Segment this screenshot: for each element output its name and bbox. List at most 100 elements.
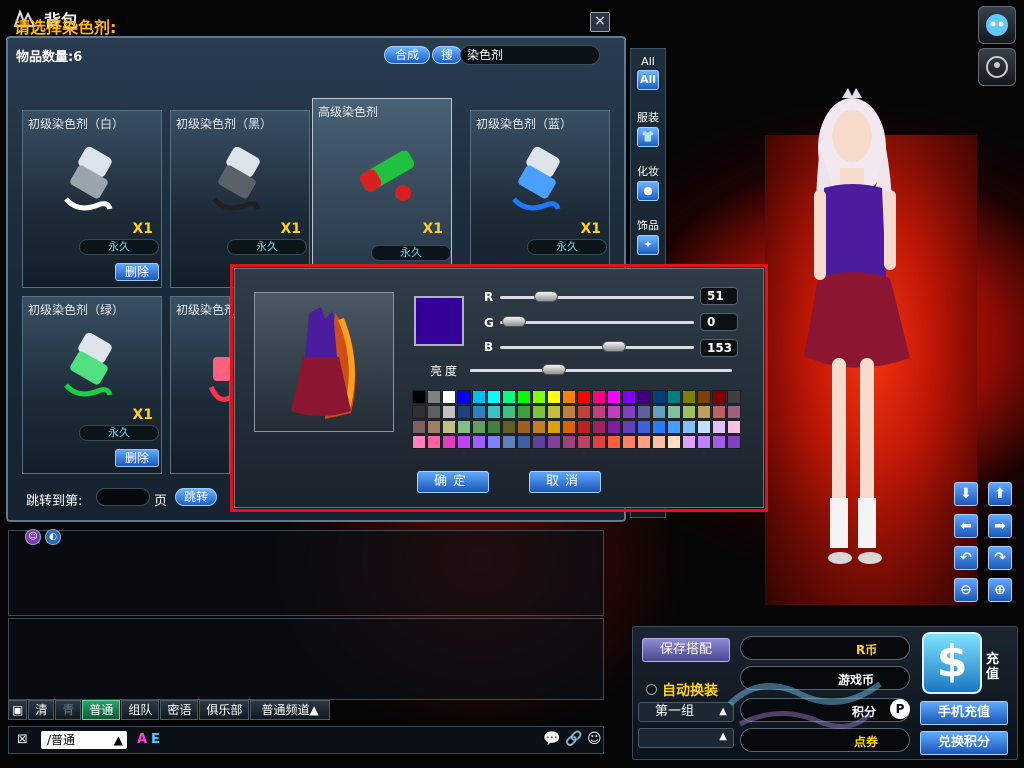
item-card-blue-dye[interactable]: 初级染色剂（蓝） X1 永久 [470,110,610,288]
palette-color-cell[interactable] [607,390,621,404]
palette-color-cell[interactable] [682,390,696,404]
palette-color-cell[interactable] [727,405,741,419]
palette-color-cell[interactable] [517,405,531,419]
emote-icon[interactable]: ☺ [25,529,41,545]
b-slider-thumb[interactable] [602,341,626,352]
r-slider-track[interactable] [500,296,694,299]
palette-color-cell[interactable] [652,405,666,419]
palette-color-cell[interactable] [697,405,711,419]
palette-color-cell[interactable] [487,405,501,419]
palette-color-cell[interactable] [457,405,471,419]
palette-color-cell[interactable] [622,435,636,449]
font-style-a[interactable]: A [137,732,147,747]
palette-color-cell[interactable] [472,420,486,434]
tab-makeup[interactable]: 化妆 ● [631,163,665,201]
chat-close-icon[interactable]: ⊠ [17,732,28,747]
item-card-advanced-dye[interactable]: 高级染色剂 X1 永久 [312,98,452,266]
tab-clothing[interactable]: 服装 👕 [631,109,665,147]
palette-color-cell[interactable] [562,435,576,449]
item-card-black-dye[interactable]: 初级染色剂（黑） X1 永久 [170,110,310,288]
palette-color-cell[interactable] [547,420,561,434]
zoom-in-button[interactable]: ⊕ [988,578,1012,602]
chat-tab-club[interactable]: 俱乐部 [199,700,250,720]
palette-color-cell[interactable] [547,405,561,419]
palette-color-cell[interactable] [622,405,636,419]
palette-color-cell[interactable] [427,405,441,419]
move-down-button[interactable]: ⬇ [954,482,978,506]
palette-color-cell[interactable] [727,390,741,404]
palette-color-cell[interactable] [547,435,561,449]
palette-color-cell[interactable] [412,420,426,434]
search-input[interactable]: 染色剂 [460,45,600,65]
palette-color-cell[interactable] [607,435,621,449]
palette-color-cell[interactable] [592,420,606,434]
palette-color-cell[interactable] [697,390,711,404]
palette-color-cell[interactable] [682,435,696,449]
palette-color-cell[interactable] [487,420,501,434]
palette-color-cell[interactable] [712,435,726,449]
palette-color-cell[interactable] [442,405,456,419]
palette-color-cell[interactable] [652,390,666,404]
palette-color-cell[interactable] [532,435,546,449]
palette-color-cell[interactable] [427,390,441,404]
palette-color-cell[interactable] [667,435,681,449]
g-slider-thumb[interactable] [502,316,526,327]
chat-lock-icon[interactable]: ▣ [8,700,28,720]
tab-accessories[interactable]: 饰品 ✦ [631,217,665,255]
palette-color-cell[interactable] [502,420,516,434]
palette-color-cell[interactable] [697,420,711,434]
palette-color-cell[interactable] [622,420,636,434]
palette-color-cell[interactable] [412,435,426,449]
palette-color-cell[interactable] [577,420,591,434]
brightness-slider-track[interactable] [470,369,732,372]
palette-color-cell[interactable] [472,390,486,404]
chat-channel-select[interactable]: /普通 ▲ [41,731,127,749]
palette-color-cell[interactable] [457,435,471,449]
g-value-input[interactable]: 0 [700,313,738,331]
page-input[interactable] [96,488,150,506]
confirm-button[interactable]: 确定 [417,471,489,493]
palette-color-cell[interactable] [427,435,441,449]
palette-color-cell[interactable] [442,435,456,449]
r-slider-thumb[interactable] [534,291,558,302]
palette-color-cell[interactable] [682,405,696,419]
palette-color-cell[interactable] [412,405,426,419]
r-value-input[interactable]: 51 [700,287,738,305]
palette-color-cell[interactable] [667,405,681,419]
chat-tab-team[interactable]: 组队 [121,700,160,720]
palette-color-cell[interactable] [592,390,606,404]
chat-input[interactable] [157,730,541,750]
chat-tab-normal[interactable]: 普通 [82,700,121,720]
voice-icon[interactable]: ◐ [45,529,61,545]
palette-color-cell[interactable] [607,420,621,434]
palette-color-cell[interactable] [652,420,666,434]
chat-log-bottom[interactable] [8,618,604,700]
palette-color-cell[interactable] [727,435,741,449]
palette-color-cell[interactable] [562,390,576,404]
palette-color-cell[interactable] [547,390,561,404]
palette-color-cell[interactable] [457,390,471,404]
chat-tab-whisper[interactable]: 密语 [160,700,199,720]
palette-color-cell[interactable] [667,420,681,434]
palette-color-cell[interactable] [532,390,546,404]
palette-color-cell[interactable] [532,420,546,434]
save-outfit-button[interactable]: 保存搭配 [642,638,730,662]
palette-color-cell[interactable] [577,405,591,419]
move-left-button[interactable]: ⬅ [954,514,978,538]
brightness-slider-thumb[interactable] [542,364,566,375]
palette-color-cell[interactable] [472,405,486,419]
rotate-right-button[interactable]: ↷ [988,546,1012,570]
synthesize-button[interactable]: 合成 [384,46,430,64]
palette-color-cell[interactable] [592,435,606,449]
palette-color-cell[interactable] [502,390,516,404]
palette-color-cell[interactable] [562,405,576,419]
palette-color-cell[interactable] [487,390,501,404]
chat-bubble-icon[interactable]: 💬 [543,731,560,747]
chat-log-top[interactable]: ☺ ◐ [8,529,604,616]
item-card-red-dye[interactable]: 初级染色剂（ [170,296,248,474]
rotate-left-button[interactable]: ↶ [954,546,978,570]
b-slider-track[interactable] [500,346,694,349]
palette-color-cell[interactable] [517,435,531,449]
palette-color-cell[interactable] [562,420,576,434]
tab-all[interactable]: All All [631,55,665,90]
